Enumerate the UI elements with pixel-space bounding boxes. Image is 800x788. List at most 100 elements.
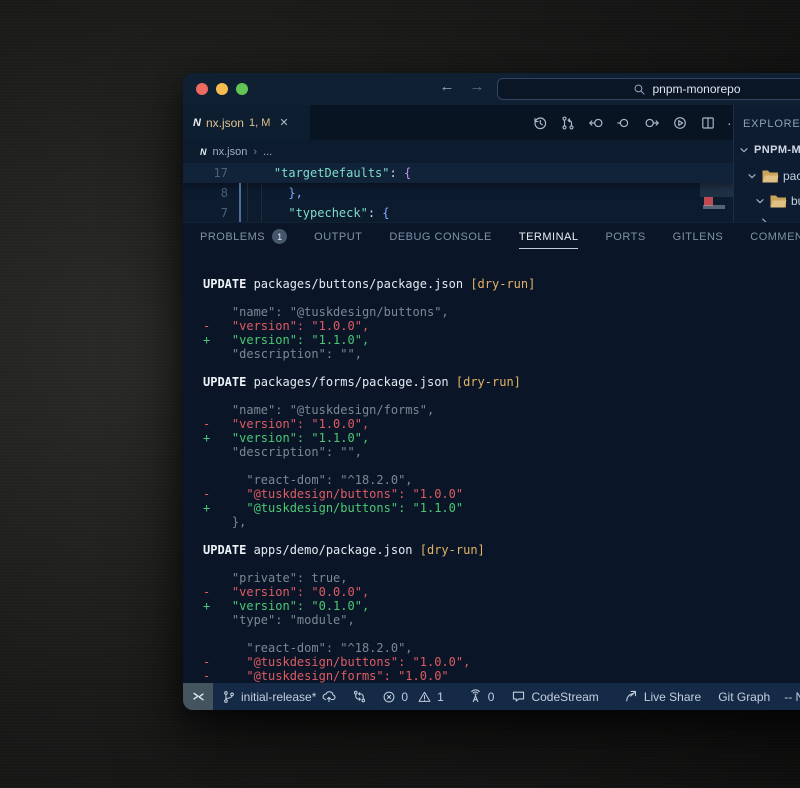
folder-open-icon	[770, 194, 787, 208]
chevron-down-icon	[754, 195, 766, 207]
panel-tab-comments[interactable]: COMMENTS	[750, 231, 800, 249]
gutter-modified-indicator	[239, 183, 241, 222]
editor-tab-bar: N nx.json 1, M ✕ ···	[183, 105, 733, 140]
remote-indicator[interactable]	[183, 683, 213, 710]
panel-tab-output[interactable]: OUTPUT	[314, 231, 362, 249]
code-text: "typecheck": {	[245, 206, 390, 220]
terminal-blank-line	[203, 389, 535, 403]
explorer-root-folder[interactable]: PNPM-MONOREPO	[738, 144, 800, 156]
terminal-context-line: "react-dom": "^18.2.0",	[203, 473, 535, 487]
terminal-diff-removed: - "@tuskdesign/buttons": "1.0.0",	[203, 655, 535, 669]
editor-line-7[interactable]: 7 "typecheck": {	[183, 203, 733, 222]
problems-indicator[interactable]: 0 1	[382, 690, 443, 704]
editor-line-17[interactable]: 17 "targetDefaults": {	[183, 163, 733, 183]
vim-mode-label: -- NORMAL --	[784, 690, 800, 704]
panel-tab-problems[interactable]: PROBLEMS 1	[200, 229, 287, 250]
panel-tab-terminal[interactable]: TERMINAL	[519, 231, 579, 249]
current-change-icon[interactable]	[612, 112, 635, 134]
vim-mode-indicator[interactable]: -- NORMAL --	[784, 690, 800, 704]
warning-icon	[417, 690, 432, 704]
timeline-icon[interactable]	[528, 112, 551, 134]
tower-count: 0	[488, 690, 495, 704]
editor-line-8[interactable]: 8 },	[183, 183, 733, 203]
indent-guide	[261, 183, 262, 222]
window-controls	[196, 83, 248, 95]
bottom-panel: PROBLEMS 1 OUTPUT DEBUG CONSOLE TERMINAL PORT…	[183, 222, 800, 683]
codestream-item[interactable]: CodeStream	[511, 689, 598, 704]
git-graph-item[interactable]: Git Graph	[718, 690, 770, 704]
panel-tab-bar: PROBLEMS 1 OUTPUT DEBUG CONSOLE TERMINAL PORT…	[200, 229, 800, 250]
terminal-output[interactable]: UPDATE packages/buttons/package.json [dr…	[203, 277, 535, 683]
terminal-blank-line	[203, 627, 535, 641]
tab-nx-json[interactable]: N nx.json 1, M ✕	[183, 105, 310, 140]
compare-changes-icon[interactable]	[556, 112, 579, 134]
zoom-window-button[interactable]	[236, 83, 248, 95]
explorer-folder-packages[interactable]: packages	[746, 169, 800, 183]
terminal-context-line: "type": "module",	[203, 613, 535, 627]
previous-change-icon[interactable]	[584, 112, 607, 134]
feedback-indicator[interactable]: 0	[468, 689, 495, 704]
indent-guide	[247, 183, 248, 222]
minimize-window-button[interactable]	[216, 83, 228, 95]
terminal-diff-removed: - "version": "1.0.0",	[203, 319, 535, 333]
error-icon	[382, 690, 396, 704]
panel-tab-debug-console[interactable]: DEBUG CONSOLE	[389, 231, 491, 249]
status-bar: initial-release* 0 1 0 CodeStream Live S…	[183, 683, 800, 710]
cloud-upload-icon	[321, 689, 337, 704]
breadcrumb-file[interactable]: nx.json	[213, 146, 248, 158]
search-icon	[633, 83, 646, 96]
terminal-blank-line	[203, 291, 535, 305]
panel-tab-label: DEBUG CONSOLE	[389, 231, 491, 243]
breadcrumb[interactable]: N nx.json › ...	[183, 140, 733, 163]
navigate-forward-icon[interactable]: →	[468, 78, 486, 95]
gitlens-compare[interactable]	[352, 689, 367, 704]
search-value: pnpm-monorepo	[652, 82, 740, 96]
live-share-item[interactable]: Live Share	[624, 689, 701, 704]
codestream-label: CodeStream	[531, 690, 598, 704]
breadcrumb-separator-icon: ›	[253, 146, 257, 158]
warning-count: 1	[437, 690, 444, 704]
breadcrumb-symbol[interactable]: ...	[263, 146, 272, 158]
split-editor-icon[interactable]	[696, 112, 719, 134]
line-number: 7	[183, 206, 228, 220]
next-change-icon[interactable]	[640, 112, 663, 134]
close-window-button[interactable]	[196, 83, 208, 95]
terminal-diff-removed: - "version": "1.0.0",	[203, 417, 535, 431]
remote-icon	[191, 689, 206, 704]
code-text: },	[245, 186, 303, 200]
terminal-update-header: UPDATE packages/buttons/package.json [dr…	[203, 277, 535, 291]
terminal-diff-added: + "version": "0.1.0",	[203, 599, 535, 613]
minimap-text-mark	[703, 205, 725, 209]
terminal-update-header: UPDATE apps/demo/package.json [dry-run]	[203, 543, 535, 557]
terminal-diff-removed: - "@tuskdesign/forms": "1.0.0"	[203, 669, 535, 683]
explorer-header: EXPLORER	[743, 118, 800, 130]
navigate-back-icon[interactable]: ←	[438, 78, 456, 95]
live-share-label: Live Share	[644, 690, 701, 704]
panel-tab-gitlens[interactable]: GITLENS	[673, 231, 724, 249]
line-number: 17	[183, 166, 228, 180]
git-graph-label: Git Graph	[718, 690, 770, 704]
problems-count-badge: 1	[272, 229, 287, 244]
tab-modified-badge: 1, M	[249, 117, 270, 129]
run-file-icon[interactable]	[668, 112, 691, 134]
panel-tab-ports[interactable]: PORTS	[605, 231, 645, 249]
branch-indicator[interactable]: initial-release*	[222, 689, 337, 704]
tab-label: nx.json	[206, 116, 244, 130]
nx-file-icon: N	[193, 117, 201, 129]
git-fetch-icon	[352, 689, 367, 704]
title-bar: ← → pnpm-monorepo	[183, 73, 800, 105]
terminal-context-line: "name": "@tuskdesign/forms",	[203, 403, 535, 417]
terminal-diff-removed: - "@tuskdesign/buttons": "1.0.0"	[203, 487, 535, 501]
explorer-folder-buttons[interactable]: buttons	[754, 194, 800, 208]
branch-name: initial-release*	[241, 690, 316, 704]
chevron-down-icon	[746, 170, 758, 182]
panel-tab-label: PORTS	[605, 231, 645, 243]
panel-tab-label: COMMENTS	[750, 231, 800, 243]
terminal-context-line: "description": "",	[203, 445, 535, 459]
close-tab-icon[interactable]: ✕	[279, 116, 288, 129]
code-editor[interactable]: 17 "targetDefaults": {8 },7 "typecheck":…	[183, 163, 733, 222]
terminal-context-line: "name": "@tuskdesign/buttons",	[203, 305, 535, 319]
command-center-search[interactable]: pnpm-monorepo	[497, 78, 800, 100]
radio-tower-icon	[468, 689, 483, 704]
panel-tab-label: PROBLEMS	[200, 231, 265, 243]
